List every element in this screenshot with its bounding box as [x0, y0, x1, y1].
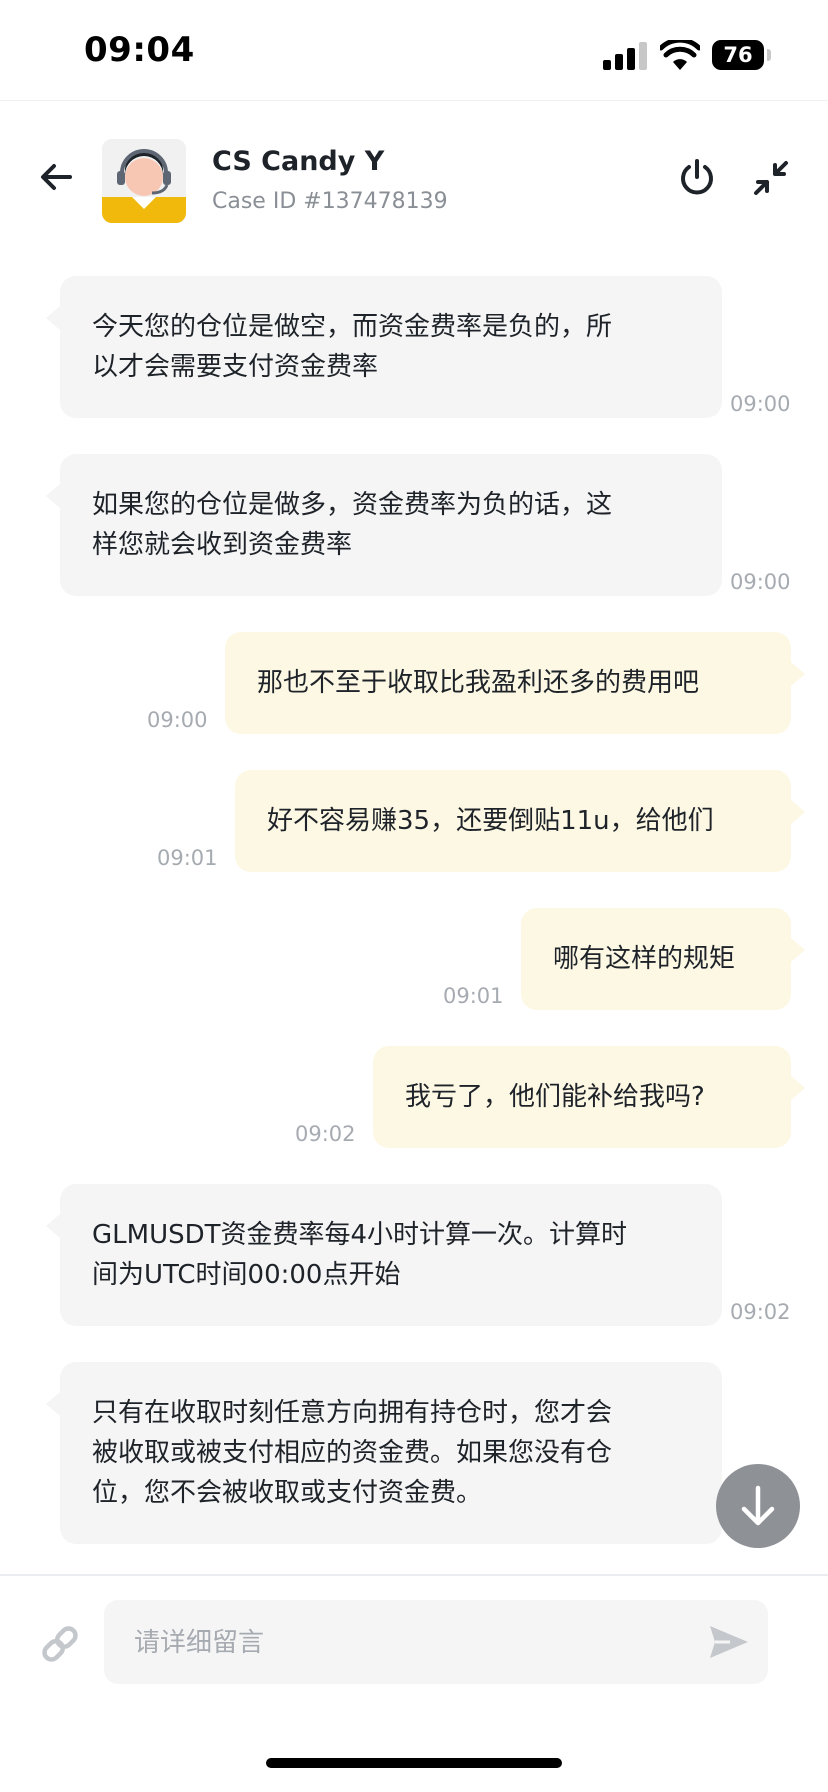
message-time: 09:00 [147, 708, 208, 732]
composer-divider [0, 1574, 828, 1576]
message-text: 好不容易赚35，还要倒贴11u，给他们 [267, 806, 714, 836]
message-input[interactable] [132, 1600, 696, 1686]
link-icon[interactable] [38, 1622, 82, 1666]
battery-cap [767, 49, 771, 61]
agent-name: CS Candy Y [212, 146, 385, 177]
message-text: 哪有这样的规矩 [553, 944, 736, 974]
battery-level: 76 [723, 43, 753, 67]
user-message: 哪有这样的规矩 [521, 908, 805, 1010]
status-bar: 09:04 76 [0, 0, 828, 100]
message-time: 09:01 [443, 984, 504, 1008]
user-message: 那也不至于收取比我盈利还多的费用吧 [225, 632, 805, 734]
message-input-box[interactable] [104, 1600, 768, 1686]
agent-message: GLMUSDT资金费率每4小时计算一次。计算时 间为UTC时间00:00点开始 [46, 1184, 722, 1326]
message-time: 09:00 [730, 570, 791, 594]
message-text: 只有在收取时刻任意方向拥有持仓时，您才会 被收取或被支付相应的资金费。如果您没有… [92, 1398, 613, 1508]
arrow-down-icon [741, 1485, 775, 1526]
power-icon[interactable] [674, 155, 720, 201]
message-time: 09:00 [730, 392, 791, 416]
message-time: 09:02 [295, 1122, 356, 1146]
wifi-icon [660, 40, 700, 70]
battery-icon: 76 [712, 40, 764, 70]
user-message: 好不容易赚35，还要倒贴11u，给他们 [235, 770, 805, 872]
agent-message: 如果您的仓位是做多，资金费率为负的话，这 样您就会收到资金费率 [46, 454, 722, 596]
message-time: 09:02 [730, 1300, 791, 1324]
send-icon[interactable] [704, 1618, 752, 1666]
message-text: 今天您的仓位是做空，而资金费率是负的，所 以才会需要支付资金费率 [92, 312, 613, 382]
back-arrow-icon[interactable] [34, 155, 78, 199]
user-message: 我亏了，他们能补给我吗? [373, 1046, 805, 1148]
message-text: 那也不至于收取比我盈利还多的费用吧 [257, 668, 700, 698]
message-text: GLMUSDT资金费率每4小时计算一次。计算时 间为UTC时间00:00点开始 [92, 1220, 628, 1290]
cellular-signal-icon [603, 42, 647, 70]
scroll-to-bottom-button[interactable] [716, 1464, 800, 1548]
minimize-arrows-icon[interactable] [748, 155, 794, 201]
agent-avatar [102, 139, 186, 223]
status-time: 09:04 [84, 30, 195, 70]
agent-message: 只有在收取时刻任意方向拥有持仓时，您才会 被收取或被支付相应的资金费。如果您没有… [46, 1362, 722, 1544]
message-text: 如果您的仓位是做多，资金费率为负的话，这 样您就会收到资金费率 [92, 490, 613, 560]
message-time: 09:01 [157, 846, 218, 870]
agent-message: 今天您的仓位是做空，而资金费率是负的，所 以才会需要支付资金费率 [46, 276, 722, 418]
chat-header: CS Candy Y Case ID #137478139 [0, 101, 828, 241]
message-text: 我亏了，他们能补给我吗? [405, 1082, 705, 1112]
case-id: Case ID #137478139 [212, 189, 448, 214]
home-indicator [266, 1758, 562, 1768]
